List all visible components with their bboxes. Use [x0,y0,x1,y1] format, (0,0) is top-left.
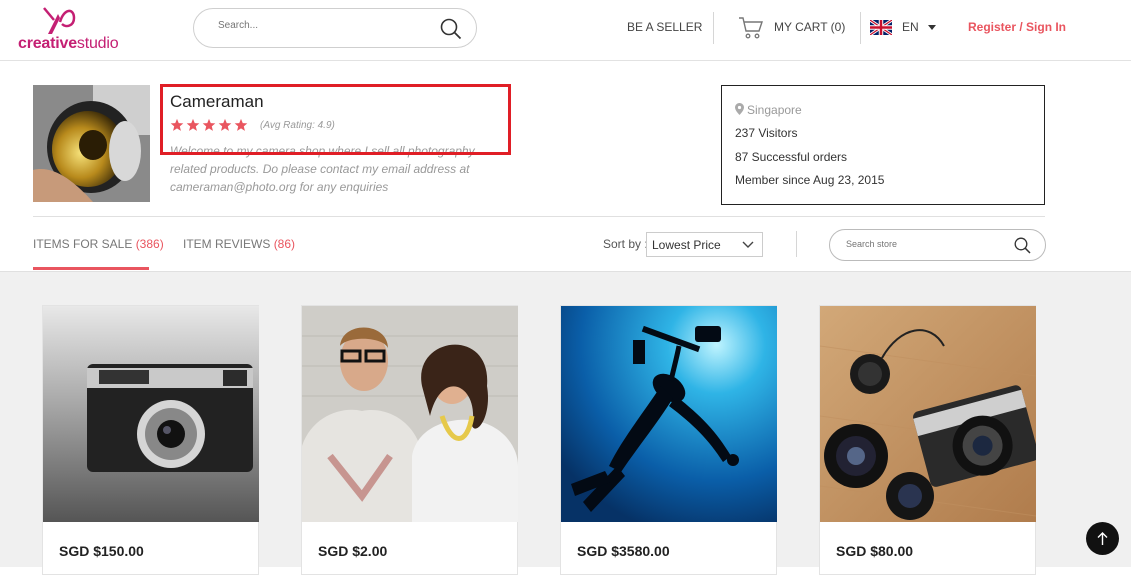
shop-description: Welcome to my camera shop where I sell a… [170,144,475,194]
couple-photo [302,306,518,522]
star-icon [234,118,248,131]
star-icon [186,118,200,131]
logo-text-light: studio [76,35,119,52]
toolbar-divider [796,231,797,257]
product-price: SGD $150.00 [59,543,144,559]
logo-text-bold: creative [18,35,77,52]
register-signin-link[interactable]: Register / Sign In [968,20,1066,34]
sort-selected-value: Lowest Price [652,238,721,252]
active-tab-indicator [33,267,149,270]
product-price: SGD $2.00 [318,543,388,559]
sort-label: Sort by : [603,237,648,251]
rating-stars [170,118,248,132]
product-image[interactable] [820,306,1036,522]
section-divider [33,216,1045,217]
language-selector[interactable]: EN [870,18,940,38]
logo-text: creativestudio [18,35,119,53]
shop-info-box: Singapore 237 Visitors 87 Successful ord… [721,85,1045,205]
store-search[interactable] [829,229,1046,261]
logo-mark-icon [43,7,76,34]
site-search-input[interactable] [218,20,418,31]
product-image[interactable] [43,306,259,522]
underwater-diver-photo [561,306,777,522]
tab-items-for-sale[interactable]: ITEMS FOR SALE (386) [33,237,164,251]
back-to-top-button[interactable] [1086,522,1119,555]
camera-and-lenses-photo [820,306,1036,522]
vintage-camera-photo [43,306,259,522]
product-price: SGD $80.00 [836,543,914,559]
orders-count: 87 Successful orders [735,150,848,164]
arrow-up-icon [1097,532,1108,545]
top-header: creativestudio BE A SELLER MY CART (0) E… [0,0,1131,61]
search-icon[interactable] [1014,237,1031,254]
location-row: Singapore [735,103,802,117]
avg-rating: (Avg Rating: 4.9) [260,120,335,131]
header-divider [713,12,714,44]
header-divider [860,12,861,44]
uk-flag-icon [870,20,892,35]
product-card[interactable]: SGD $150.00 [42,305,259,575]
product-grid: SGD $150.00 SGD $2.00 SGD $3580.00 SGD $… [0,271,1131,575]
tab-count: (86) [273,237,296,251]
product-image[interactable] [561,306,777,522]
tab-item-reviews[interactable]: ITEM REVIEWS (86) [183,237,295,251]
star-icon [202,118,216,131]
tab-label: ITEM REVIEWS [183,237,274,251]
sort-select[interactable]: Lowest Price [646,232,763,257]
tab-label: ITEMS FOR SALE [33,237,136,251]
shop-name: Cameraman [170,92,264,111]
site-search[interactable] [193,8,477,48]
shop-location: Singapore [747,103,802,117]
product-price: SGD $3580.00 [577,543,670,559]
location-pin-icon [735,103,744,115]
visitors-count: 237 Visitors [735,126,798,140]
logo[interactable]: creativestudio [18,6,138,54]
star-icon [170,118,184,131]
shop-avatar [33,85,150,202]
cart-label: MY CART (0) [774,20,846,34]
star-icon [218,118,232,131]
tab-count: (386) [135,237,164,251]
store-search-input[interactable] [846,239,996,249]
cart-icon [739,17,763,39]
member-since: Member since Aug 23, 2015 [735,173,885,187]
search-icon[interactable] [440,18,462,40]
product-image[interactable] [302,306,518,522]
chevron-down-icon [928,25,936,30]
camera-lens-photo [33,85,150,202]
product-card[interactable]: SGD $80.00 [819,305,1036,575]
product-card[interactable]: SGD $3580.00 [560,305,777,575]
product-card[interactable]: SGD $2.00 [301,305,518,575]
chevron-down-icon [742,241,754,248]
be-a-seller-link[interactable]: BE A SELLER [627,20,702,34]
language-label: EN [902,20,919,34]
